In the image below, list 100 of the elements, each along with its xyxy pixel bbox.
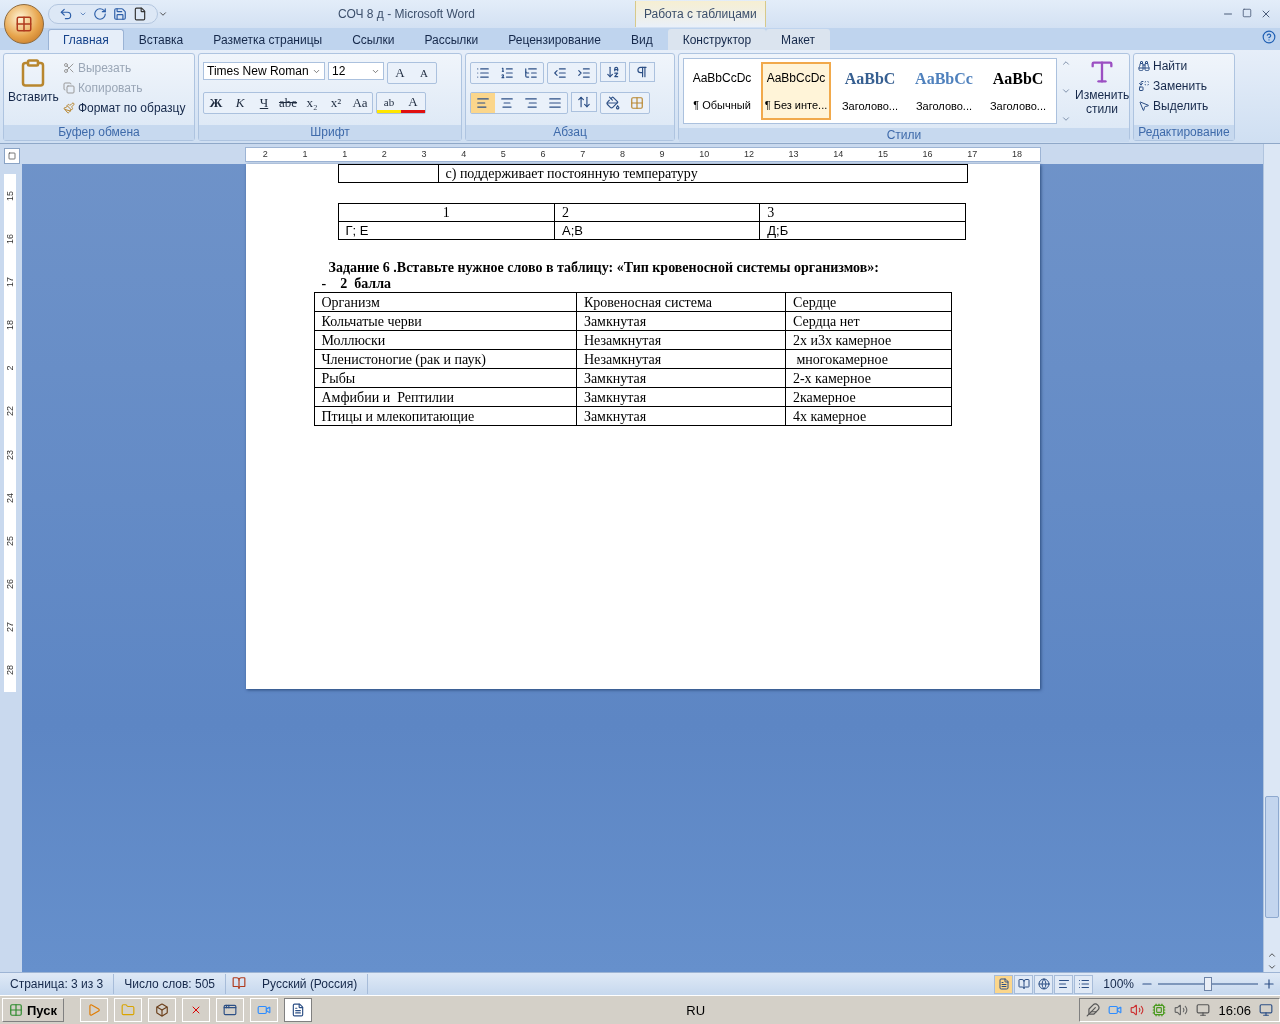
zoom-thumb[interactable]	[1204, 977, 1212, 991]
scroll-down-icon[interactable]	[1061, 86, 1071, 96]
font-size-field[interactable]: 12	[328, 62, 384, 80]
show-marks-button[interactable]	[629, 62, 655, 82]
speaker-icon[interactable]	[1130, 1003, 1145, 1017]
table-cell: Г; Е	[338, 221, 555, 240]
line-spacing-button[interactable]	[571, 92, 597, 112]
taskbar-button[interactable]	[284, 998, 312, 1022]
save-icon[interactable]	[113, 7, 127, 21]
view-icon	[997, 978, 1010, 990]
font-format-button[interactable]: x²	[324, 93, 348, 113]
view-button[interactable]	[1074, 974, 1094, 994]
ribbon-tab[interactable]: Конструктор	[667, 29, 767, 50]
ribbon-tab[interactable]: Разметка страницы	[198, 29, 338, 50]
new-document-icon[interactable]	[133, 7, 147, 21]
table-cell: Замкнутая	[576, 387, 786, 407]
table-cell: Замкнутая	[576, 406, 786, 426]
view-button[interactable]	[1014, 974, 1034, 994]
spellcheck-icon[interactable]	[232, 975, 246, 990]
word-count[interactable]: Число слов: 505	[114, 974, 226, 994]
zoom-in-icon[interactable]	[1262, 977, 1276, 991]
tab-selector-button[interactable]	[4, 148, 20, 164]
ribbon-tab[interactable]: Вставка	[123, 29, 199, 50]
zoom-level[interactable]: 100%	[1103, 977, 1134, 991]
find-button[interactable]: Найти	[1138, 56, 1230, 76]
scroll-up-icon[interactable]	[1267, 950, 1277, 960]
scissors-icon	[62, 62, 75, 74]
font-format-button[interactable]: x₂	[300, 93, 324, 113]
square-icon	[8, 152, 16, 160]
bullet-list-icon	[476, 66, 490, 80]
language-indicator[interactable]: RU	[686, 1002, 706, 1018]
grid-icon	[15, 15, 33, 33]
table-cell: Д;Б	[759, 221, 965, 240]
sort-button[interactable]	[600, 62, 626, 82]
start-button[interactable]: Пуск	[2, 998, 64, 1022]
group-label: Редактирование	[1134, 125, 1234, 140]
shrink-font-button[interactable]: A	[412, 63, 436, 83]
table-cell: 1	[338, 203, 555, 222]
font-format-button[interactable]: abe	[276, 93, 300, 113]
table-cell: Кольчатые черви	[314, 311, 577, 331]
language-status[interactable]: Русский (Россия)	[252, 974, 369, 994]
ribbon-tab[interactable]: Макет	[766, 29, 831, 50]
table-cell: Членистоногие (рак и паук)	[314, 349, 577, 369]
ribbon-tab[interactable]: Рецензирование	[493, 29, 616, 50]
horizontal-ruler: 2 1 1 2 3 4 5 6 7 8 9 10 12 13 14 15 16 17 18	[244, 146, 1041, 162]
more-styles-icon[interactable]	[1061, 114, 1071, 124]
network-icon[interactable]	[1196, 1003, 1211, 1017]
scroll-up-icon[interactable]	[1061, 58, 1071, 68]
paste-button[interactable]: Вставить	[8, 58, 59, 121]
paint-bucket-icon	[606, 96, 620, 110]
tray-icon[interactable]	[1086, 1003, 1101, 1017]
table-cell: с) поддерживает постоянную температуру	[438, 164, 967, 183]
grow-font-button[interactable]: A	[388, 63, 412, 83]
highlight-button[interactable]: ab	[377, 93, 401, 113]
ribbon-tab[interactable]: Вид	[615, 29, 668, 50]
font-format-button[interactable]: К	[228, 93, 252, 113]
table-header-cell: Кровеносная система	[576, 292, 786, 312]
view-button[interactable]	[1034, 974, 1054, 994]
select-button[interactable]: Выделить	[1138, 96, 1230, 116]
font-format-button[interactable]: Ч	[252, 93, 276, 113]
tray-icon[interactable]	[1108, 1003, 1123, 1017]
align-icon	[476, 96, 490, 110]
view-button[interactable]	[1054, 974, 1074, 994]
dropdown-icon[interactable]	[79, 10, 87, 18]
scroll-down-icon[interactable]	[1267, 962, 1277, 972]
numbered-list-icon	[500, 66, 514, 80]
change-styles-button[interactable]: Изменить стили	[1075, 58, 1130, 124]
font-name-field[interactable]: Times New Roman	[203, 62, 325, 80]
table-cell: Незамкнутая	[576, 330, 786, 350]
table-cell: многокамерное	[785, 349, 951, 369]
ribbon-tab[interactable]: Рассылки	[409, 29, 494, 50]
undo-icon[interactable]	[59, 7, 73, 21]
replace-button[interactable]: Заменить	[1138, 76, 1230, 96]
font-color-button[interactable]: A	[401, 93, 425, 113]
ribbon-tab[interactable]: Ссылки	[337, 29, 410, 50]
customize-icon[interactable]	[158, 9, 168, 19]
desktop-icon[interactable]	[1259, 1003, 1273, 1017]
font-format-button[interactable]: Aa	[348, 93, 372, 113]
style-item[interactable]: AaBbCcDc ¶ Без инте...	[761, 62, 831, 120]
ribbon-tab[interactable]: Главная	[48, 29, 124, 50]
help-icon[interactable]	[1262, 30, 1276, 44]
speaker-icon[interactable]	[1174, 1003, 1189, 1017]
font-format-button[interactable]: Ж	[204, 93, 228, 113]
format-painter-button[interactable]: Формат по образцу	[62, 98, 186, 118]
office-button[interactable]	[4, 4, 44, 44]
vertical-ruler: 15 16 17 18 2 22 23 24 25 26 27 28	[4, 174, 16, 692]
scrollbar-thumb[interactable]	[1265, 796, 1279, 918]
view-button[interactable]	[994, 974, 1014, 994]
page-count[interactable]: Страница: 3 из 3	[0, 974, 115, 994]
multilevel-list-icon	[524, 66, 538, 80]
task-heading: Задание 6 .Вставьте нужное слово в таблицу: «Тип кровеносной системы организмов»:	[328, 260, 880, 276]
table-cell: 2х и3х камерное	[785, 330, 951, 350]
close-icon[interactable]	[1260, 8, 1272, 20]
align-button[interactable]	[471, 93, 495, 113]
table-cell: Птицы и млекопитающие	[314, 406, 577, 426]
tray-icon[interactable]	[1152, 1003, 1167, 1017]
maximize-icon[interactable]	[1242, 8, 1252, 18]
redo-icon[interactable]	[93, 7, 107, 21]
decrease-indent-icon	[553, 66, 567, 80]
table-cell: Рыбы	[314, 368, 577, 388]
